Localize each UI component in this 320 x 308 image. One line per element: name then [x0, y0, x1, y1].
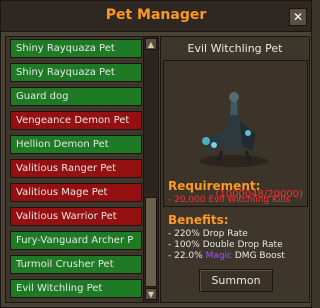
- pet-list-item[interactable]: Valitious Ranger Pet: [10, 159, 142, 178]
- pet-list-item[interactable]: Guard dog: [10, 87, 142, 106]
- scroll-down-icon[interactable]: ▼: [145, 288, 157, 300]
- window-title: Pet Manager: [105, 7, 207, 23]
- pet-list-item[interactable]: Valitious Warrior Pet: [10, 207, 142, 226]
- benefit-magic-word: Magic: [205, 251, 233, 261]
- benefits-heading: Benefits:: [168, 213, 229, 227]
- close-icon[interactable]: ✕: [289, 8, 307, 26]
- benefit-drop-rate: - 220% Drop Rate: [168, 229, 248, 239]
- pet-list-item[interactable]: Turmoil Crusher Pet: [10, 255, 142, 274]
- benefit-double-drop: - 100% Double Drop Rate: [168, 240, 283, 250]
- pet-list-item[interactable]: Hellion Demon Pet: [10, 135, 142, 154]
- pet-list-item[interactable]: Fury-Vanguard Archer P: [10, 231, 142, 250]
- pet-detail-panel: Evil Witchling Pet (1000048/20000) Requi…: [160, 36, 310, 303]
- benefit-magic-prefix: - 22.0%: [168, 251, 206, 261]
- pet-list-item[interactable]: Shiny Rayquaza Pet: [10, 39, 142, 58]
- scrollbar[interactable]: ▲ ▼: [143, 37, 158, 302]
- title-bar: Pet Manager ✕: [1, 1, 311, 32]
- scroll-up-icon[interactable]: ▲: [145, 38, 157, 50]
- pet-manager-window: Pet Manager ✕ Shiny Rayquaza Pet Shiny Ra…: [0, 0, 312, 308]
- requirement-text: - 20,000 Evil Witchling Kills: [168, 195, 291, 205]
- benefit-magic-boost: - 22.0% Magic DMG Boost: [168, 251, 285, 261]
- requirement-heading: Requirement:: [168, 179, 261, 193]
- benefit-magic-suffix: DMG Boost: [232, 251, 285, 261]
- pet-list-item[interactable]: Evil Witchling Pet: [10, 279, 142, 298]
- pet-list-item[interactable]: Shiny Rayquaza Pet: [10, 63, 142, 82]
- scroll-thumb[interactable]: [145, 197, 157, 287]
- selected-pet-name: Evil Witchling Pet: [187, 42, 283, 55]
- pet-list-item[interactable]: Valitious Mage Pet: [10, 183, 142, 202]
- pet-list-item[interactable]: Vengeance Demon Pet: [10, 111, 142, 130]
- pet-list-panel: Shiny Rayquaza Pet Shiny Rayquaza Pet Guar…: [5, 36, 159, 303]
- summon-button[interactable]: Summon: [199, 269, 273, 292]
